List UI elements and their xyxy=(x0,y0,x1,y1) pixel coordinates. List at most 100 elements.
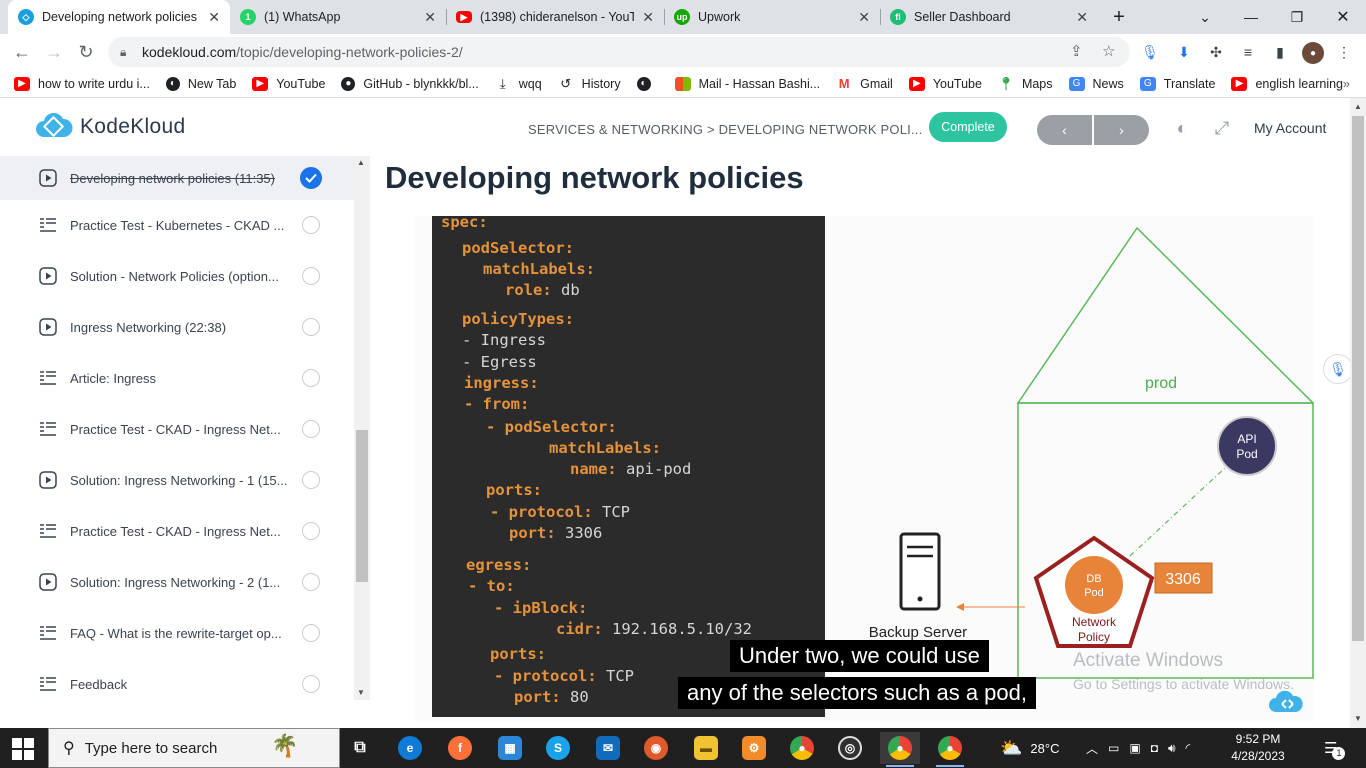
restore-button[interactable]: ❐ xyxy=(1274,0,1320,34)
scroll-up-arrow-icon[interactable]: ▲ xyxy=(357,158,365,167)
close-tab-icon[interactable]: ✕ xyxy=(208,9,220,26)
lock-icon[interactable]: 🔒︎ xyxy=(120,45,136,60)
kodekloud-chat-icon[interactable] xyxy=(1267,689,1307,715)
network-monitor-icon[interactable]: ▣ xyxy=(1129,741,1140,755)
tab-upwork[interactable]: up Upwork ✕ xyxy=(664,0,880,34)
breadcrumb[interactable]: SERVICES & NETWORKING > DEVELOPING NETWO… xyxy=(528,122,922,137)
omnibox[interactable]: 🔒︎ kodekloud.com/topic/developing-networ… xyxy=(108,37,1130,67)
sidebar-item-ingress-networking[interactable]: Ingress Networking (22:38) xyxy=(0,303,354,351)
bookmark-item[interactable]: ⤓ wqq xyxy=(495,76,542,91)
wifi-icon[interactable]: ◜ xyxy=(1186,741,1191,755)
back-icon[interactable]: ← xyxy=(10,40,34,64)
sidebar-item-solution-network-policies[interactable]: Solution - Network Policies (option... xyxy=(0,252,354,300)
minimize-button[interactable]: — xyxy=(1228,0,1274,34)
bookmark-item[interactable]: M Gmail xyxy=(836,76,893,91)
forward-icon[interactable]: → xyxy=(42,40,66,64)
new-tab-button[interactable]: + xyxy=(1096,0,1142,34)
dark-mode-icon[interactable]: ◐ xyxy=(1170,116,1194,140)
taskbar-search-box[interactable]: ⚲ Type here to search 🌴 xyxy=(48,728,340,768)
bookmark-item[interactable]: 📍︎ Maps xyxy=(998,76,1053,91)
sidebar-item-article-ingress[interactable]: Article: Ingress xyxy=(0,354,354,402)
show-hidden-icons-icon[interactable]: ︿ xyxy=(1086,740,1098,757)
volume-icon[interactable]: 🔊︎ xyxy=(1168,741,1176,756)
battery-icon[interactable]: ▭ xyxy=(1108,741,1119,755)
weather-app-icon[interactable]: ◉ xyxy=(636,732,676,764)
bookmark-item[interactable]: ● GitHub - blynkkk/bl... xyxy=(341,76,479,91)
tab-developing-network-policies[interactable]: ◇ Developing network policies ✕ xyxy=(8,0,230,34)
tab-seller-dashboard[interactable]: fi Seller Dashboard ✕ xyxy=(880,0,1098,34)
scroll-down-arrow-icon[interactable]: ▼ xyxy=(1354,714,1362,723)
my-account-link[interactable]: My Account xyxy=(1254,120,1326,136)
file-explorer-icon[interactable]: ▬ xyxy=(686,732,726,764)
close-tab-icon[interactable]: ✕ xyxy=(424,9,436,26)
chrome-profile-2-app-icon[interactable]: ● xyxy=(930,732,970,767)
sidebar-scrollbar-thumb[interactable] xyxy=(356,430,368,582)
sidebar-item-practice-test-ingress-2[interactable]: Practice Test - CKAD - Ingress Net... xyxy=(0,507,354,555)
video-player[interactable]: spec: podSelector: matchLabels: role: db… xyxy=(415,216,1314,722)
windows-start-icon[interactable] xyxy=(12,738,34,760)
sidebar-item-feedback[interactable]: Feedback xyxy=(0,660,354,708)
notification-center-icon[interactable]: ☰ 1 xyxy=(1324,728,1346,768)
page-scrollbar-thumb[interactable] xyxy=(1352,116,1364,641)
taskbar-clock[interactable]: 9:52 PM 4/28/2023 xyxy=(1226,731,1290,765)
bookmark-item[interactable]: Mail - Hassan Bashi... xyxy=(674,76,820,91)
download-extension-icon[interactable]: ⬇ xyxy=(1174,42,1194,62)
sidebar-item-practice-test-kubernetes[interactable]: Practice Test - Kubernetes - CKAD ... xyxy=(0,201,354,249)
sidebar-scrollbar[interactable]: ▲ ▼ xyxy=(354,156,370,700)
sidebar-item-solution-ingress-2[interactable]: Solution: Ingress Networking - 2 (1... xyxy=(0,558,354,606)
tab-search-icon[interactable]: ⌄ xyxy=(1182,0,1228,34)
kodekloud-logo[interactable]: KodeKloud xyxy=(34,113,185,141)
bookmark-item[interactable]: ▶ english learning xyxy=(1231,76,1343,91)
scroll-up-arrow-icon[interactable]: ▲ xyxy=(1354,102,1362,111)
task-view-icon[interactable]: ⧉ xyxy=(340,732,380,764)
close-tab-icon[interactable]: ✕ xyxy=(1076,9,1088,26)
fullscreen-icon[interactable]: ⤢ xyxy=(1210,116,1234,140)
more-bookmarks-icon[interactable]: » xyxy=(1343,76,1350,91)
page-scrollbar[interactable]: ▲ ▼ xyxy=(1350,98,1366,728)
bookmark-item[interactable]: ◐ xyxy=(636,76,659,91)
sidebar-item-developing-network-policies[interactable]: Developing network policies (11:35) xyxy=(0,156,354,200)
store-app-icon[interactable]: ▦ xyxy=(490,732,530,764)
skype-app-icon[interactable]: S xyxy=(538,732,578,764)
sidebar-item-solution-ingress-1[interactable]: Solution: Ingress Networking - 1 (15... xyxy=(0,456,354,504)
scroll-down-arrow-icon[interactable]: ▼ xyxy=(357,688,365,697)
browser-menu-icon[interactable]: ⋮ xyxy=(1334,42,1354,62)
firefox-app-icon[interactable]: f xyxy=(440,732,480,764)
complete-button[interactable]: Complete xyxy=(929,112,1007,142)
previous-lesson-button[interactable]: ‹ xyxy=(1037,115,1092,145)
close-window-button[interactable]: ✕ xyxy=(1320,0,1366,34)
tab-youtube[interactable]: ▶ (1398) chideranelson - YouTu ✕ xyxy=(446,0,664,34)
obs-app-icon[interactable]: ◎ xyxy=(830,732,870,764)
settings-app-icon[interactable]: ⚙ xyxy=(734,732,774,764)
url-text[interactable]: kodekloud.com/topic/developing-network-p… xyxy=(142,44,463,60)
bookmark-item[interactable]: ↺ History xyxy=(558,76,620,91)
mail-app-icon[interactable]: ✉ xyxy=(588,732,628,764)
edge-app-icon[interactable]: e xyxy=(390,732,430,764)
side-panel-icon[interactable]: ▮ xyxy=(1270,42,1290,62)
close-tab-icon[interactable]: ✕ xyxy=(642,9,654,26)
camera-icon[interactable]: ◘ xyxy=(1151,741,1158,755)
profile-avatar[interactable]: ● xyxy=(1302,42,1324,64)
voice-extension-icon[interactable]: 🎙︎ xyxy=(1140,42,1160,62)
reading-list-icon[interactable]: ≡ xyxy=(1238,42,1258,62)
share-icon[interactable]: ⇪ xyxy=(1070,42,1083,60)
bookmark-item[interactable]: G Translate xyxy=(1139,76,1216,91)
tab-whatsapp[interactable]: 1 (1) WhatsApp ✕ xyxy=(230,0,446,34)
sidebar-item-faq-rewrite-target[interactable]: FAQ - What is the rewrite-target op... xyxy=(0,609,354,657)
voice-input-float-icon[interactable]: 🎙︎ xyxy=(1323,354,1353,384)
close-tab-icon[interactable]: ✕ xyxy=(858,9,870,26)
reload-icon[interactable]: ↻ xyxy=(74,40,98,64)
bookmark-label: Translate xyxy=(1163,76,1216,91)
bookmark-item[interactable]: G News xyxy=(1068,76,1124,91)
next-lesson-button[interactable]: › xyxy=(1094,115,1149,145)
bookmark-item[interactable]: ▶ YouTube xyxy=(252,76,325,91)
sidebar-item-practice-test-ingress-1[interactable]: Practice Test - CKAD - Ingress Net... xyxy=(0,405,354,453)
bookmark-item[interactable]: ▶ YouTube xyxy=(908,76,982,91)
chrome-app-icon[interactable]: ● xyxy=(782,732,822,764)
weather-widget[interactable]: ⛅ 28°C xyxy=(1000,728,1059,768)
chrome-profile-app-icon[interactable]: ● xyxy=(880,732,920,767)
bookmark-item[interactable]: ▶ how to write urdu i... xyxy=(14,76,150,91)
extensions-puzzle-icon[interactable]: ✣ xyxy=(1206,42,1226,62)
bookmark-star-icon[interactable]: ☆ xyxy=(1102,42,1115,60)
bookmark-item[interactable]: ◐ New Tab xyxy=(165,76,236,91)
